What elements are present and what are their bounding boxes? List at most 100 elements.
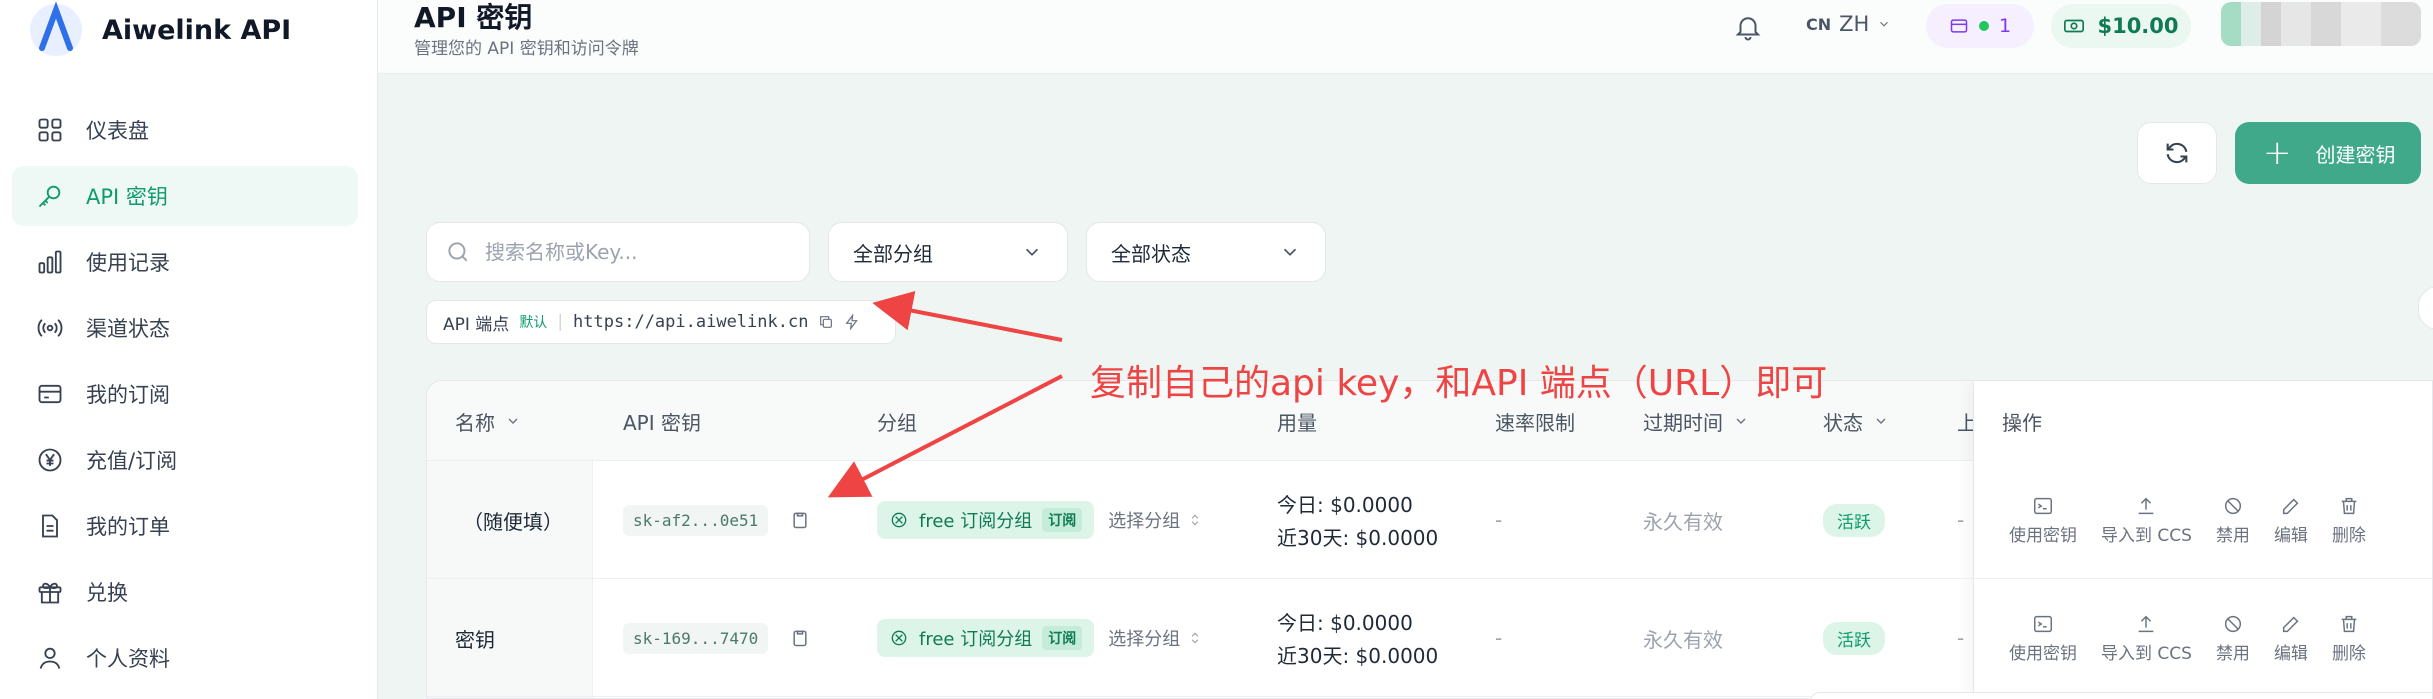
sidebar-item-redeem[interactable]: 兑换 (12, 562, 358, 622)
user-icon (39, 647, 61, 669)
sidebar-item-orders[interactable]: 我的订单 (12, 496, 358, 556)
refresh-icon (2166, 142, 2188, 164)
clipboard-icon[interactable] (790, 510, 810, 530)
header-label: 操作 (2002, 410, 2042, 435)
copy-icon[interactable] (818, 314, 834, 330)
status-badge: 活跃 (1823, 503, 1885, 537)
use-key-button[interactable]: 使用密钥 (2009, 613, 2077, 664)
sidebar-item-recharge[interactable]: 充值/订阅 (12, 430, 358, 490)
chevron-down-icon (1025, 248, 1039, 256)
card-icon (38, 384, 62, 404)
sidebar-item-api-keys[interactable]: API 密钥 (12, 166, 358, 226)
side-toggle[interactable] (2418, 286, 2433, 330)
sidebar-item-profile[interactable]: 个人资料 (12, 628, 358, 688)
row-rate-limit: - (1495, 626, 1503, 650)
search-input[interactable] (485, 240, 785, 264)
page-title: API 密钥 (414, 1, 533, 34)
status-dot (1978, 21, 1989, 31)
delete-button[interactable]: 删除 (2332, 495, 2366, 546)
sidebar-item-subscriptions[interactable]: 我的订阅 (12, 364, 358, 424)
usage-today-label: 今日: (1277, 493, 1324, 517)
choose-group-select[interactable]: 选择分组 (1108, 507, 1202, 533)
refresh-button[interactable] (2137, 122, 2217, 184)
op-label: 禁用 (2215, 643, 2250, 664)
choose-group-select[interactable]: 选择分组 (1108, 625, 1202, 651)
status-filter-value: 全部状态 (1111, 241, 1191, 266)
language-switcher[interactable]: CN ZH (1806, 12, 1891, 36)
sidebar-item-label: API 密钥 (86, 185, 168, 209)
op-label: 编辑 (2273, 643, 2308, 664)
chevron-down-icon (508, 418, 518, 424)
endpoint-label: API 端点 (443, 314, 510, 335)
header-label: API 密钥 (623, 410, 701, 435)
page-subtitle: 管理您的 API 密钥和访问令牌 (414, 39, 639, 59)
bell-icon[interactable] (1733, 12, 1763, 42)
clipboard-icon[interactable] (790, 628, 810, 648)
ban-icon (2224, 615, 2242, 632)
chevron-down-icon (1736, 418, 1746, 424)
disable-button[interactable]: 禁用 (2216, 613, 2250, 664)
divider: | (557, 312, 564, 332)
group-tag: free 订阅分组 订阅 (877, 619, 1095, 657)
header-actions: 操作 (2002, 381, 2042, 461)
trash-icon (2341, 497, 2357, 514)
header-group: 分组 (877, 381, 917, 461)
lightning-icon[interactable] (844, 314, 860, 330)
edit-button[interactable]: 编辑 (2274, 613, 2308, 664)
chevron-down-icon (1876, 418, 1886, 424)
delete-button[interactable]: 删除 (2332, 613, 2366, 664)
import-ccs-button[interactable]: 导入到 CCS (2101, 613, 2192, 664)
gift-icon (38, 582, 62, 604)
endpoint-url: https://api.aiwelink.cn (573, 312, 809, 332)
row-status-cell: 活跃 (1823, 461, 1885, 579)
header-name[interactable]: 名称 (455, 381, 521, 461)
logo-icon (30, 2, 82, 56)
op-label: 编辑 (2273, 525, 2308, 546)
header-label: 分组 (877, 410, 917, 435)
search-box[interactable] (426, 222, 810, 282)
sidebar-item-dashboard[interactable]: 仪表盘 (12, 100, 358, 160)
sidebar-item-channels[interactable]: 渠道状态 (12, 298, 358, 358)
card-icon (1950, 19, 1968, 33)
terminal-icon (2034, 615, 2052, 632)
row-actions: 使用密钥 导入到 CCS 禁用 编辑 删除 (1973, 579, 2366, 697)
chevron-down-icon (1283, 248, 1297, 256)
sidebar-nav: 仪表盘 API 密钥 使用记录 渠道状态 我的订阅 充值/订阅 我的订单 兑换 (12, 100, 358, 694)
usage-today-value: $0.0000 (1330, 493, 1413, 517)
signal-icon (37, 319, 63, 337)
disable-button[interactable]: 禁用 (2216, 495, 2250, 546)
choose-group-label: 选择分组 (1108, 629, 1181, 650)
sidebar-item-label: 个人资料 (86, 647, 170, 671)
subscription-badge[interactable]: 1 (1926, 4, 2034, 48)
import-ccs-button[interactable]: 导入到 CCS (2101, 495, 2192, 546)
api-key-value: sk-af2...0e51 (623, 504, 769, 536)
api-endpoint: API 端点 默认 | https://api.aiwelink.cn (426, 300, 896, 344)
sidebar: Aiwelink API 仪表盘 API 密钥 使用记录 渠道状态 我的订阅 充… (0, 0, 378, 699)
subscription-count: 1 (1998, 15, 2012, 37)
brand[interactable]: Aiwelink API (28, 0, 291, 60)
usage-month-value: $0.0000 (1355, 644, 1439, 668)
row-key-cell: sk-af2...0e51 (623, 461, 810, 579)
sidebar-item-usage[interactable]: 使用记录 (12, 232, 358, 292)
op-label: 删除 (2331, 643, 2366, 664)
status-filter[interactable]: 全部状态 (1086, 222, 1326, 282)
upload-icon (2139, 615, 2154, 632)
use-key-button[interactable]: 使用密钥 (2009, 495, 2077, 546)
row-actions: 使用密钥 导入到 CCS 禁用 编辑 删除 (1973, 461, 2366, 579)
balance-badge[interactable]: $10.00 (2051, 4, 2191, 48)
table-row: （随便填） sk-af2...0e51 free 订阅分组 订阅 选择分组 今日… (427, 461, 2432, 579)
bottom-panel (1810, 692, 2433, 699)
edit-button[interactable]: 编辑 (2274, 495, 2308, 546)
create-key-label: 创建密钥 (2315, 142, 2396, 167)
row-rate-limit: - (1495, 508, 1503, 532)
balance-value: $10.00 (2097, 14, 2179, 38)
op-label: 删除 (2331, 525, 2366, 546)
row-name: 密钥 (455, 627, 495, 652)
group-filter[interactable]: 全部分组 (828, 222, 1068, 282)
create-key-button[interactable]: + 创建密钥 (2235, 122, 2421, 184)
sidebar-item-label: 我的订阅 (86, 383, 170, 407)
header-status[interactable]: 状态 (1823, 381, 1889, 461)
op-label: 使用密钥 (2009, 525, 2077, 546)
avatar[interactable] (2221, 2, 2421, 46)
edit-icon (2282, 498, 2299, 514)
